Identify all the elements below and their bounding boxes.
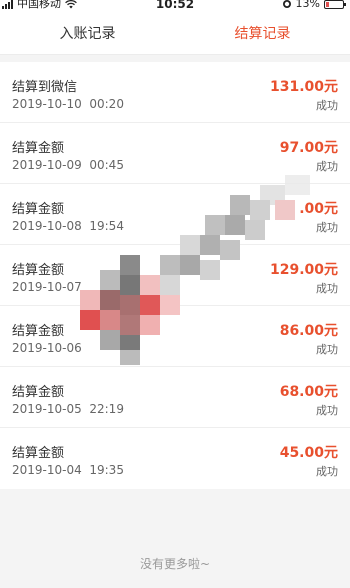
record-title: 结算金额	[12, 385, 65, 400]
tab-income-records[interactable]: 入账记录	[0, 14, 175, 54]
no-more-label: 没有更多啦~	[139, 557, 211, 571]
alarm-icon	[282, 0, 291, 8]
record-title: 结算金额	[12, 263, 65, 278]
record-title: 结算金额	[12, 141, 65, 156]
status-bar: 中国移动 10:52 13%	[0, 0, 350, 14]
record-status: 成功	[316, 99, 338, 112]
record-date: 2019-10-06	[12, 341, 82, 355]
record-amount: 131.00元	[269, 79, 338, 95]
record-amount: 86.00元	[279, 323, 338, 339]
record-date: 2019-10-09 00:45	[12, 158, 124, 172]
list-item[interactable]: 结算金额 2019-10-09 00:45 97.00元 成功	[0, 123, 350, 184]
record-title: 结算金额	[12, 446, 65, 461]
list-item[interactable]: 结算金额 2019-10-07 129.00元 成功	[0, 245, 350, 306]
status-right: 13%	[282, 0, 346, 10]
battery-icon	[324, 0, 346, 9]
settlement-record-list: 结算到微信 2019-10-10 00:20 131.00元 成功 结算金额 2…	[0, 62, 350, 489]
list-item[interactable]: 结算金额 2019-10-08 19:54 .00元 成功	[0, 184, 350, 245]
record-amount: 68.00元	[279, 384, 338, 400]
record-tabs: 入账记录 结算记录	[0, 14, 350, 55]
battery-percent: 13%	[295, 0, 320, 10]
record-amount: 97.00元	[279, 140, 338, 156]
tab-settlement-records[interactable]: 结算记录	[175, 14, 350, 54]
record-date: 2019-10-08 19:54	[12, 219, 124, 233]
record-date: 2019-10-05 22:19	[12, 402, 124, 416]
record-date: 2019-10-04 19:35	[12, 463, 124, 477]
record-status: 成功	[316, 160, 338, 173]
record-date: 2019-10-10 00:20	[12, 97, 124, 111]
record-amount: 45.00元	[279, 445, 338, 461]
record-status: 成功	[316, 282, 338, 295]
list-item[interactable]: 结算到微信 2019-10-10 00:20 131.00元 成功	[0, 62, 350, 123]
record-date: 2019-10-07	[12, 280, 82, 294]
list-item[interactable]: 结算金额 2019-10-04 19:35 45.00元 成功	[0, 428, 350, 489]
record-title: 结算金额	[12, 202, 65, 217]
settlement-records-screen: 中国移动 10:52 13% 入账记录 结算记录 结算到微信 2019-10-1	[0, 0, 350, 588]
record-status: 成功	[316, 404, 338, 417]
record-title: 结算金额	[12, 324, 65, 339]
record-status: 成功	[316, 343, 338, 356]
list-item[interactable]: 结算金额 2019-10-06 86.00元 成功	[0, 306, 350, 367]
record-amount: .00元	[299, 201, 338, 217]
record-title: 结算到微信	[12, 80, 78, 95]
record-status: 成功	[316, 465, 338, 478]
list-item[interactable]: 结算金额 2019-10-05 22:19 68.00元 成功	[0, 367, 350, 428]
record-amount: 129.00元	[269, 262, 338, 278]
record-status: 成功	[316, 221, 338, 234]
